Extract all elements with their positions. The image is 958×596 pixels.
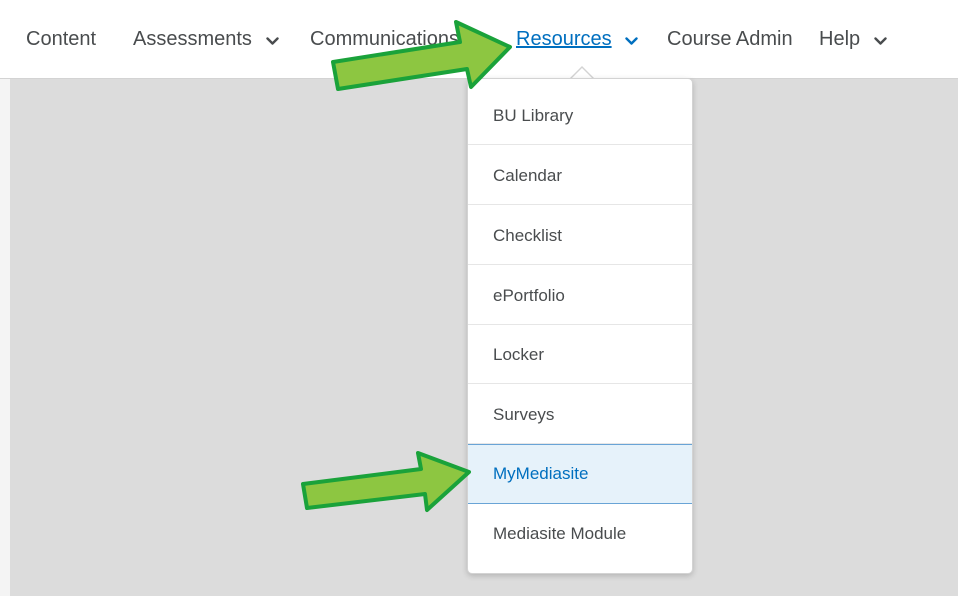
menu-item-mediasite-module[interactable]: Mediasite Module [468,504,692,563]
green-arrow-annotation-icon [331,20,512,91]
menu-item-mymediasite[interactable]: MyMediasite [468,444,692,504]
menu-item-locker[interactable]: Locker [468,325,692,384]
nav-course-admin[interactable]: Course Admin [667,26,793,52]
nav-content[interactable]: Content [26,26,96,52]
page-left-margin [0,79,10,596]
chevron-down-icon [874,27,887,53]
menu-item-calendar[interactable]: Calendar [468,146,692,205]
chevron-down-icon [265,27,279,53]
menu-item-label: Checklist [493,226,562,245]
nav-resources[interactable]: Resources [516,26,638,52]
menu-item-label: MyMediasite [493,464,589,483]
nav-course-admin-label: Course Admin [667,28,793,50]
menu-item-label: Calendar [493,166,562,185]
resources-dropdown-menu: BU Library Calendar Checklist ePortfolio… [467,78,693,574]
menu-item-checklist[interactable]: Checklist [468,206,692,265]
nav-help-label: Help [819,28,861,50]
chevron-down-icon [625,27,638,53]
nav-help[interactable]: Help [819,26,887,52]
nav-assessments[interactable]: Assessments [133,26,279,52]
green-arrow-annotation-icon [301,451,471,512]
nav-resources-label: Resources [516,28,612,50]
menu-item-label: Mediasite Module [493,524,627,543]
menu-item-label: Surveys [493,405,555,424]
menu-item-surveys[interactable]: Surveys [468,385,692,444]
nav-content-label: Content [26,28,97,50]
menu-item-eportfolio[interactable]: ePortfolio [468,266,692,325]
menu-item-label: Locker [493,345,545,364]
nav-assessments-label: Assessments [133,28,252,50]
menu-item-label: ePortfolio [493,286,565,305]
